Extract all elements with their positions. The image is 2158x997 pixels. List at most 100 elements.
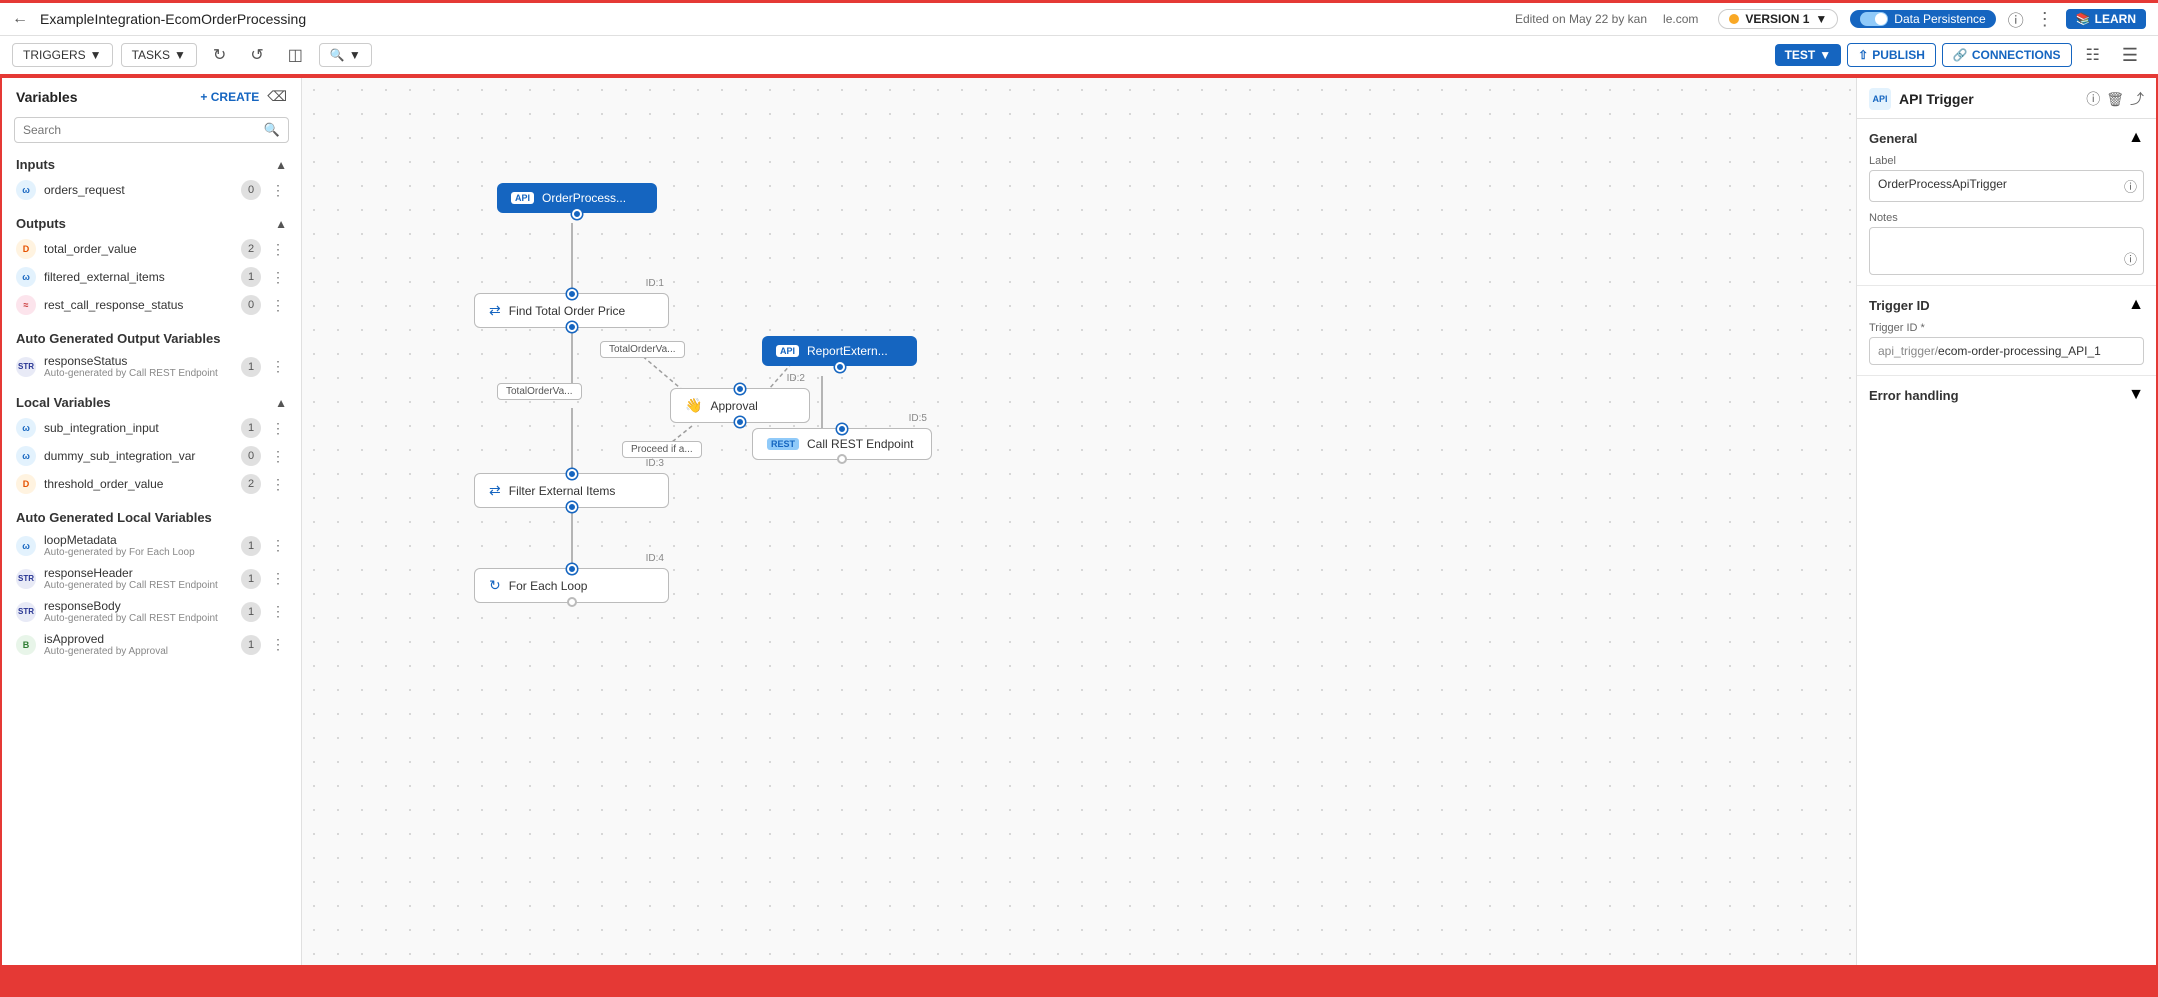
- sidebar-collapse-button[interactable]: ⌫: [267, 88, 287, 105]
- locals-section-header[interactable]: Local Variables ▲: [2, 391, 301, 414]
- label-help-icon[interactable]: ⓘ: [2124, 177, 2137, 196]
- var-more-icon[interactable]: ⋮: [269, 537, 287, 554]
- delete-icon[interactable]: 🗑: [2106, 91, 2124, 108]
- toggle-label: Data Persistence: [1894, 12, 1985, 26]
- chart-button[interactable]: ☷: [2078, 41, 2108, 69]
- list-item[interactable]: B isApproved Auto-generated by Approval …: [2, 628, 301, 661]
- search-input[interactable]: [23, 123, 264, 137]
- approval-node[interactable]: ID:2 👋 Approval: [670, 388, 810, 423]
- create-variable-button[interactable]: + CREATE: [200, 90, 259, 104]
- sidebar-title: Variables: [16, 89, 78, 105]
- var-badge: 1: [241, 418, 261, 438]
- back-button[interactable]: ←: [12, 10, 28, 28]
- list-item[interactable]: ω sub_integration_input 1 ⋮: [2, 414, 301, 442]
- connector-dot: [735, 417, 745, 427]
- main-layout: Variables + CREATE ⌫ 🔍 Inputs ▲ ω orders…: [0, 76, 2158, 967]
- var-badge: 1: [241, 267, 261, 287]
- var-more-icon[interactable]: ⋮: [269, 636, 287, 653]
- canvas-area[interactable]: API OrderProcess... ID:1 ⇄ Find Total Or…: [302, 78, 1856, 965]
- var-name: isApproved: [44, 632, 233, 646]
- connector-dot: [567, 469, 577, 479]
- toggle-slider: [1860, 12, 1888, 26]
- list-item[interactable]: STR responseHeader Auto-generated by Cal…: [2, 562, 301, 595]
- tasks-button[interactable]: TASKS ▼: [121, 43, 197, 67]
- var-more-icon[interactable]: ⋮: [269, 420, 287, 437]
- more-options-icon[interactable]: ⋮: [2036, 9, 2054, 30]
- find-total-node[interactable]: ID:1 ⇄ Find Total Order Price: [474, 293, 669, 328]
- var-more-icon[interactable]: ⋮: [269, 358, 287, 375]
- zoom-button[interactable]: 🔍 ▼: [319, 43, 372, 67]
- var-more-icon[interactable]: ⋮: [269, 570, 287, 587]
- learn-button[interactable]: 📚 LEARN: [2066, 9, 2146, 29]
- var-more-icon[interactable]: ⋮: [269, 182, 287, 199]
- error-handling-section[interactable]: Error handling ▼: [1857, 376, 2156, 414]
- label-input[interactable]: OrderProcessApiTrigger ⓘ: [1869, 170, 2144, 202]
- expand-icon[interactable]: ⤴: [2130, 89, 2144, 109]
- api-trigger-node[interactable]: API OrderProcess...: [497, 183, 657, 213]
- outputs-section-header[interactable]: Outputs ▲: [2, 212, 301, 235]
- publish-button[interactable]: ⇧ PUBLISH: [1847, 43, 1936, 67]
- notes-textarea[interactable]: ⓘ: [1869, 227, 2144, 275]
- auto-locals-section: Auto Generated Local Variables ω loopMet…: [2, 506, 301, 669]
- connector-dot-empty: [837, 454, 847, 464]
- trigger-id-input[interactable]: api_trigger/ecom-order-processing_API_1: [1869, 337, 2144, 365]
- var-type-icon: B: [16, 635, 36, 655]
- list-item[interactable]: STR responseBody Auto-generated by Call …: [2, 595, 301, 628]
- test-button[interactable]: TEST ▼: [1775, 44, 1842, 66]
- undo-button[interactable]: ↻: [205, 41, 234, 69]
- var-type-icon: ω: [16, 180, 36, 200]
- toggle-knob: [1875, 13, 1887, 25]
- help-icon[interactable]: ⓘ: [2086, 89, 2100, 109]
- var-sub: Auto-generated by Call REST Endpoint: [44, 580, 233, 591]
- list-item[interactable]: STR responseStatus Auto-generated by Cal…: [2, 350, 301, 383]
- error-handling-label: Error handling: [1869, 388, 1959, 403]
- list-item[interactable]: D total_order_value 2 ⋮: [2, 235, 301, 263]
- var-name: sub_integration_input: [44, 421, 233, 435]
- call-rest-node[interactable]: ID:5 REST Call REST Endpoint: [752, 428, 932, 460]
- var-more-icon[interactable]: ⋮: [269, 476, 287, 493]
- zoom-chevron: ▼: [349, 48, 361, 62]
- var-name: responseBody: [44, 599, 233, 613]
- list-item[interactable]: ≈ rest_call_response_status 0 ⋮: [2, 291, 301, 319]
- trigger-prefix: api_trigger/: [1878, 344, 1938, 358]
- var-more-icon[interactable]: ⋮: [269, 297, 287, 314]
- for-each-node[interactable]: ID:4 ↻ For Each Loop: [474, 568, 669, 603]
- test-chevron: ▼: [1819, 48, 1831, 62]
- error-handling-chevron: ▼: [2128, 386, 2144, 404]
- general-chevron: ▲: [2128, 129, 2144, 147]
- triggers-button[interactable]: TRIGGERS ▼: [12, 43, 113, 67]
- list-item[interactable]: ω filtered_external_items 1 ⋮: [2, 263, 301, 291]
- notes-help-icon[interactable]: ⓘ: [2124, 249, 2137, 268]
- data-persistence-toggle[interactable]: Data Persistence: [1850, 10, 1995, 28]
- flow-label: TotalOrderVa...: [497, 383, 582, 400]
- var-more-icon[interactable]: ⋮: [269, 269, 287, 286]
- var-more-icon[interactable]: ⋮: [269, 241, 287, 258]
- api-trigger-icon: API: [1869, 88, 1891, 110]
- info-icon[interactable]: ⓘ: [2008, 7, 2024, 31]
- connections-button[interactable]: 🔗 CONNECTIONS: [1942, 43, 2072, 67]
- general-section-header[interactable]: General ▲: [1869, 129, 2144, 147]
- layout-button[interactable]: ◫: [280, 41, 311, 69]
- inputs-section-header[interactable]: Inputs ▲: [2, 153, 301, 176]
- var-name: total_order_value: [44, 242, 233, 256]
- filter-external-node[interactable]: ID:3 ⇄ Filter External Items: [474, 473, 669, 508]
- node-label: Call REST Endpoint: [807, 437, 914, 451]
- var-type-icon: ω: [16, 536, 36, 556]
- list-item[interactable]: ω dummy_sub_integration_var 0 ⋮: [2, 442, 301, 470]
- list-item[interactable]: ω loopMetadata Auto-generated by For Eac…: [2, 529, 301, 562]
- right-panel-title: API Trigger: [1899, 91, 2078, 107]
- var-badge: 1: [241, 536, 261, 556]
- node-icon: ↻: [489, 577, 501, 594]
- menu-button[interactable]: ☰: [2114, 41, 2146, 70]
- var-name: dummy_sub_integration_var: [44, 449, 233, 463]
- redo-button[interactable]: ↺: [242, 41, 271, 69]
- trigger-id-section-header[interactable]: Trigger ID ▲: [1869, 296, 2144, 314]
- var-more-icon[interactable]: ⋮: [269, 448, 287, 465]
- list-item[interactable]: D threshold_order_value 2 ⋮: [2, 470, 301, 498]
- list-item[interactable]: ω orders_request 0 ⋮: [2, 176, 301, 204]
- report-extern-node[interactable]: API ReportExtern...: [762, 336, 917, 366]
- version-badge[interactable]: VERSION 1 ▼: [1718, 9, 1838, 29]
- flow-label: TotalOrderVa...: [600, 341, 685, 358]
- left-sidebar: Variables + CREATE ⌫ 🔍 Inputs ▲ ω orders…: [2, 78, 302, 965]
- var-more-icon[interactable]: ⋮: [269, 603, 287, 620]
